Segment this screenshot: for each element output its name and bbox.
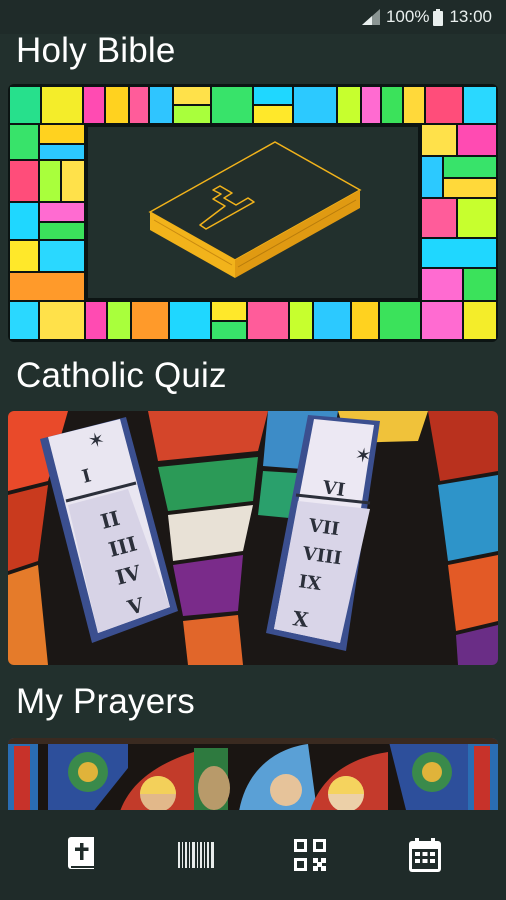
nav-bible-button[interactable] (51, 825, 111, 885)
battery-icon (433, 8, 444, 26)
holy-bible-title[interactable]: Holy Bible (16, 31, 176, 71)
svg-text:✶: ✶ (353, 442, 373, 468)
my-prayers-card[interactable] (8, 738, 498, 810)
status-time: 13:00 (449, 7, 492, 26)
nav-qr-code-button[interactable] (280, 825, 340, 885)
tablet-numeral-7: VII (306, 515, 340, 540)
calendar-icon (408, 838, 441, 872)
holy-bible-card[interactable] (8, 84, 498, 342)
signal-icon (361, 9, 380, 25)
bottom-navigation (0, 810, 506, 900)
catholic-quiz-card[interactable]: ✶ I II III IV V ✶ VI VII VIII IX X (8, 411, 498, 665)
stained-glass-bible-image (8, 84, 498, 342)
my-prayers-title[interactable]: My Prayers (16, 682, 195, 722)
nav-barcode-button[interactable] (166, 825, 226, 885)
catholic-quiz-title[interactable]: Catholic Quiz (16, 356, 227, 396)
nav-calendar-button[interactable] (395, 825, 455, 885)
tablet-numeral-6: VI (320, 477, 346, 501)
status-bar: 100% 13:00 (0, 0, 506, 34)
qr-code-icon (294, 839, 327, 871)
stained-glass-saints-image (8, 738, 498, 810)
ten-commandments-tablets-image: ✶ I II III IV V ✶ VI VII VIII IX X (8, 411, 498, 665)
barcode-icon (177, 842, 214, 868)
bible-icon (68, 837, 95, 869)
tablet-numeral-9: IX (297, 571, 322, 595)
battery-percent: 100% (385, 7, 430, 26)
